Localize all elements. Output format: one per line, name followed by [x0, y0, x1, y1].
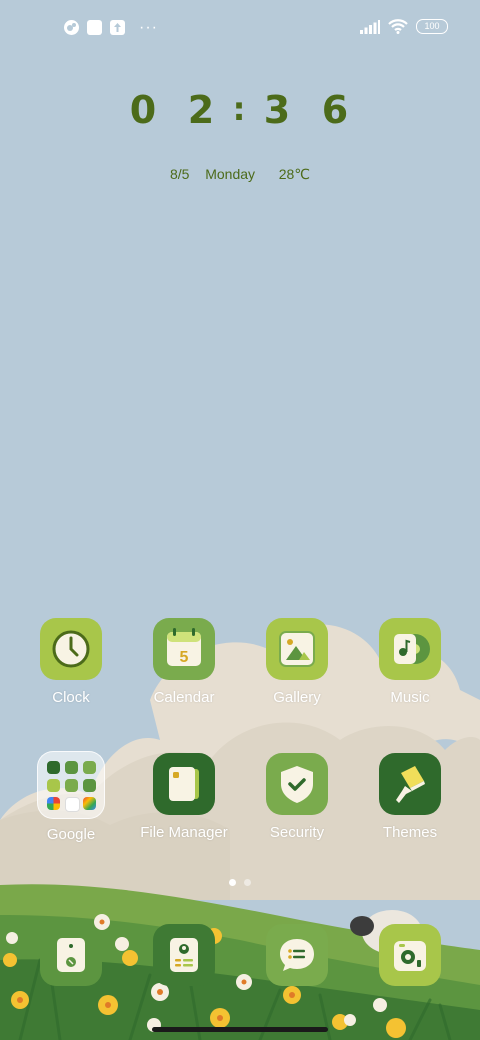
dock-messages-app[interactable] [266, 924, 328, 986]
clock-hour-ones: 2 [187, 88, 217, 132]
battery-icon: 100 [416, 19, 448, 34]
date-weather-line[interactable]: 8/5 Monday 28℃ [0, 166, 480, 183]
photos-mini-icon [47, 797, 60, 810]
signal-icon [360, 19, 380, 34]
app-clock[interactable]: Clock [15, 618, 127, 706]
app-themes[interactable]: Themes [354, 753, 466, 841]
themes-app-label: Themes [382, 824, 438, 841]
security-app-label: Security [269, 824, 325, 841]
clock-colon: : [232, 90, 248, 128]
gallery-app-icon [266, 618, 328, 680]
status-bar: ··· 100 [0, 0, 480, 56]
google-folder-icon [37, 751, 105, 819]
clock-widget[interactable]: 02:36 [0, 88, 480, 132]
app-google-folder[interactable]: Google [15, 751, 127, 843]
file-manager-app-icon [153, 753, 215, 815]
app-music[interactable]: Music [354, 618, 466, 706]
clock-minute-tens: 3 [263, 88, 293, 132]
file-manager-app-label: File Manager [140, 824, 228, 841]
status-bar-right: 100 [360, 19, 448, 34]
page-dot-active [229, 879, 236, 886]
upload-icon [110, 20, 125, 35]
google-app-mini-icon [47, 761, 60, 774]
music-app-icon [379, 618, 441, 680]
page-indicator[interactable] [0, 879, 480, 886]
calendar-day-number: 5 [180, 649, 189, 666]
home-gesture-bar[interactable] [152, 1027, 328, 1032]
movies-mini-icon [83, 797, 96, 810]
dock-phone-app[interactable] [40, 924, 102, 986]
wifi-icon [388, 19, 408, 34]
square-icon [87, 20, 102, 35]
music-app-label: Music [390, 689, 430, 706]
messages-icon [280, 939, 314, 971]
app-file-manager[interactable]: File Manager [128, 753, 240, 841]
maps-mini-icon [83, 761, 96, 774]
camera-icon [394, 941, 426, 971]
contacts-icon [170, 938, 198, 972]
play-mini-icon [83, 779, 96, 792]
phone-icon [57, 938, 85, 972]
gallery-app-label: Gallery [273, 689, 321, 706]
app-security[interactable]: Security [241, 753, 353, 841]
calendar-app-icon: 5 [153, 618, 215, 680]
more-notifications-icon: ··· [139, 19, 158, 36]
page-dot [244, 879, 251, 886]
clock-app-label: Clock [52, 689, 90, 706]
clock-hour-tens: 0 [129, 88, 159, 132]
youtube-mini-icon [65, 779, 78, 792]
app-calendar[interactable]: 5 Calendar [128, 618, 240, 706]
google-folder-label: Google [46, 826, 96, 843]
notification-icon [64, 20, 79, 35]
calendar-app-label: Calendar [153, 689, 215, 706]
meet-mini-icon [47, 779, 60, 792]
dock-contacts-app[interactable] [153, 924, 215, 986]
clock-minute-ones: 6 [321, 88, 351, 132]
gmail-mini-icon [65, 761, 78, 774]
app-gallery[interactable]: Gallery [241, 618, 353, 706]
dock-camera-app[interactable] [379, 924, 441, 986]
podcasts-mini-icon [65, 797, 80, 812]
security-app-icon [266, 753, 328, 815]
status-bar-left: ··· [64, 19, 158, 36]
themes-app-icon [379, 753, 441, 815]
clock-app-icon [40, 618, 102, 680]
